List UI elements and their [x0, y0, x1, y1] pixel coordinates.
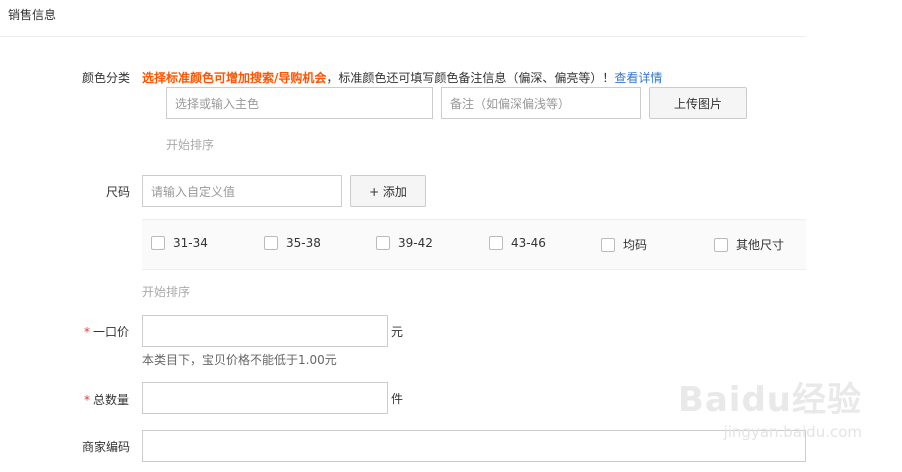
size-label: 尺码 — [106, 185, 131, 199]
custom-size-placeholder: 请输入自定义值 — [151, 184, 236, 199]
size-option-label: 39-42 — [398, 236, 433, 250]
baidu-jingyan-watermark: Baidu经验 jingyan.baidu.com — [678, 372, 862, 441]
checkbox-other-size[interactable] — [714, 237, 728, 252]
size-option-label: 35-38 — [286, 236, 321, 250]
custom-size-input[interactable]: 请输入自定义值 — [142, 175, 342, 207]
size-option-31-34[interactable]: 31-34 — [151, 236, 208, 250]
color-note-placeholder: 备注（如偏深偏浅等） — [450, 96, 571, 111]
quantity-label-text: 总数量 — [93, 393, 130, 407]
checkbox-31-34[interactable] — [151, 236, 165, 250]
quantity-input[interactable] — [142, 382, 388, 414]
color-tip-strong: 选择标准颜色可增加搜索/导购机会 — [142, 71, 327, 85]
size-option-label: 均码 — [623, 238, 648, 252]
main-color-input[interactable]: 选择或输入主色 — [166, 87, 433, 119]
watermark-url: jingyan.baidu.com — [723, 423, 862, 441]
size-option-label: 31-34 — [173, 236, 208, 250]
quantity-label: * 总数量 — [84, 391, 129, 408]
upload-image-button[interactable]: 上传图片 — [649, 87, 747, 119]
size-option-35-38[interactable]: 35-38 — [264, 236, 321, 250]
size-option-free[interactable]: 均码 — [601, 236, 647, 253]
view-details-link[interactable]: 查看详情 — [614, 71, 662, 85]
size-option-label: 43-46 — [511, 236, 546, 250]
checkbox-35-38[interactable] — [264, 236, 278, 250]
price-input[interactable] — [142, 315, 388, 347]
quantity-unit: 件 — [391, 392, 404, 406]
merchant-code-label: 商家编码 — [82, 440, 131, 454]
color-tip: 选择标准颜色可增加搜索/导购机会，标准颜色还可填写颜色备注信息（偏深、偏亮等）！… — [142, 69, 662, 86]
price-unit: 元 — [391, 325, 404, 339]
color-sort-link[interactable]: 开始排序 — [166, 136, 214, 153]
add-size-button[interactable]: + 添加 — [350, 175, 426, 207]
color-tip-text: ，标准颜色还可填写颜色备注信息（偏深、偏亮等）！ — [326, 71, 615, 85]
main-color-placeholder: 选择或输入主色 — [175, 96, 260, 111]
watermark-logo: Baidu经验 — [677, 380, 862, 420]
required-mark: * — [84, 393, 90, 407]
price-label-text: 一口价 — [93, 325, 130, 339]
checkbox-43-46[interactable] — [489, 236, 503, 250]
size-options-panel: 31-34 35-38 39-42 43-46 均码 其他尺寸 — [142, 219, 806, 270]
color-note-input[interactable]: 备注（如偏深偏浅等） — [441, 87, 641, 119]
price-label: * 一口价 — [84, 323, 129, 340]
checkbox-39-42[interactable] — [376, 236, 390, 250]
size-option-label: 其他尺寸 — [736, 238, 785, 252]
section-divider — [0, 36, 806, 37]
price-hint: 本类目下，宝贝价格不能低于1.00元 — [142, 353, 337, 367]
size-sort-link[interactable]: 开始排序 — [142, 283, 190, 300]
size-option-43-46[interactable]: 43-46 — [489, 236, 546, 250]
color-category-label: 颜色分类 — [82, 71, 131, 85]
checkbox-free-size[interactable] — [601, 237, 615, 252]
section-title: 销售信息 — [8, 8, 57, 22]
size-option-other[interactable]: 其他尺寸 — [714, 236, 784, 253]
required-mark: * — [84, 325, 90, 339]
size-option-39-42[interactable]: 39-42 — [376, 236, 433, 250]
